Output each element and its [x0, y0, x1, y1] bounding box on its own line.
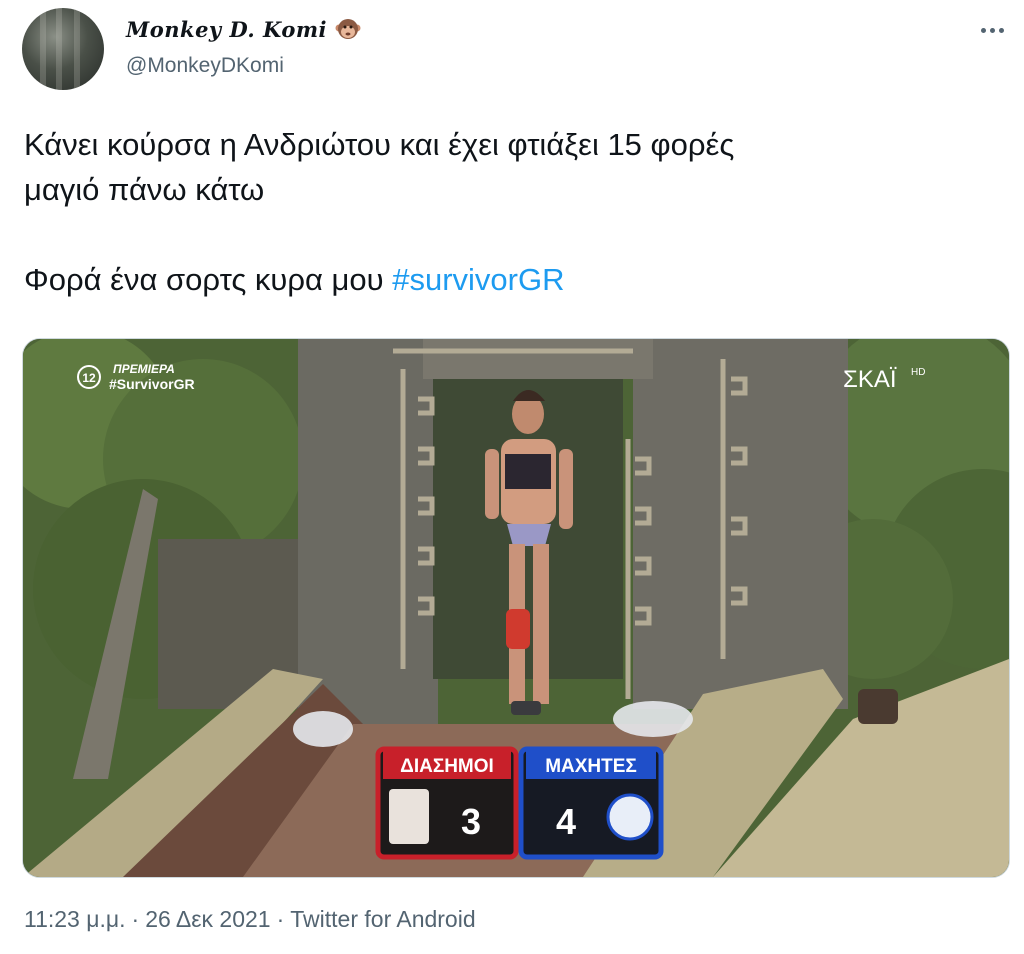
avatar[interactable] — [22, 8, 104, 90]
tweet-line-2: μαγιό πάνω κάτω — [24, 172, 265, 207]
overlay-hashtag-text: #SurvivorGR — [109, 376, 195, 392]
team-left-score: 3 — [461, 801, 481, 842]
tweet-date[interactable]: 26 Δεκ 2021 — [145, 906, 270, 933]
user-handle[interactable]: @MonkeyDKomi — [126, 54, 284, 78]
team-right-name: ΜΑΧΗΤΕΣ — [545, 756, 637, 777]
monkey-face-icon — [335, 19, 361, 39]
meta-separator: · — [276, 906, 285, 932]
overlay-premiere-text: ΠΡΕΜΙΕΡΑ — [113, 362, 175, 376]
hashtag-link[interactable]: #survivorGR — [392, 262, 564, 297]
team-right-score: 4 — [556, 801, 576, 842]
tweet-text: Κάνει κούρσα η Ανδριώτου και έχει φτιάξε… — [24, 122, 1004, 302]
tweet-time[interactable]: 11:23 μ.μ. — [24, 906, 126, 933]
channel-logo-suffix: HD — [911, 367, 925, 378]
tweet-line-3: Φορά ένα σορτς κυρα μου #survivorGR — [24, 257, 1004, 302]
channel-logo: ΣΚΑΪ — [843, 366, 897, 393]
team-left-name: ΔΙΑΣΗΜΟΙ — [400, 756, 494, 777]
display-name[interactable]: Monkey D. Komi — [126, 16, 361, 42]
display-name-text: Monkey D. Komi — [126, 16, 328, 42]
tweet-source[interactable]: Twitter for Android — [290, 906, 475, 933]
scoreboard: ΔΙΑΣΗΜΟΙ 3 ΜΑΧΗΤΕΣ 4 — [375, 746, 664, 860]
tweet-media-image[interactable]: 12 ΠΡΕΜΙΕΡΑ #SurvivorGR ΣΚΑΪ HD ΔΙΑΣΗΜΟΙ… — [22, 338, 1010, 878]
meta-separator: · — [131, 906, 140, 932]
tweet-meta: 11:23 μ.μ. · 26 Δεκ 2021 · Twitter for A… — [24, 906, 476, 933]
tweet-line-1: Κάνει κούρσα η Ανδριώτου και έχει φτιάξε… — [24, 127, 735, 162]
more-options-icon[interactable] — [976, 18, 1008, 42]
tweet-line-3-text: Φορά ένα σορτς κυρα μου — [24, 262, 393, 297]
channel-number: 12 — [82, 371, 96, 385]
